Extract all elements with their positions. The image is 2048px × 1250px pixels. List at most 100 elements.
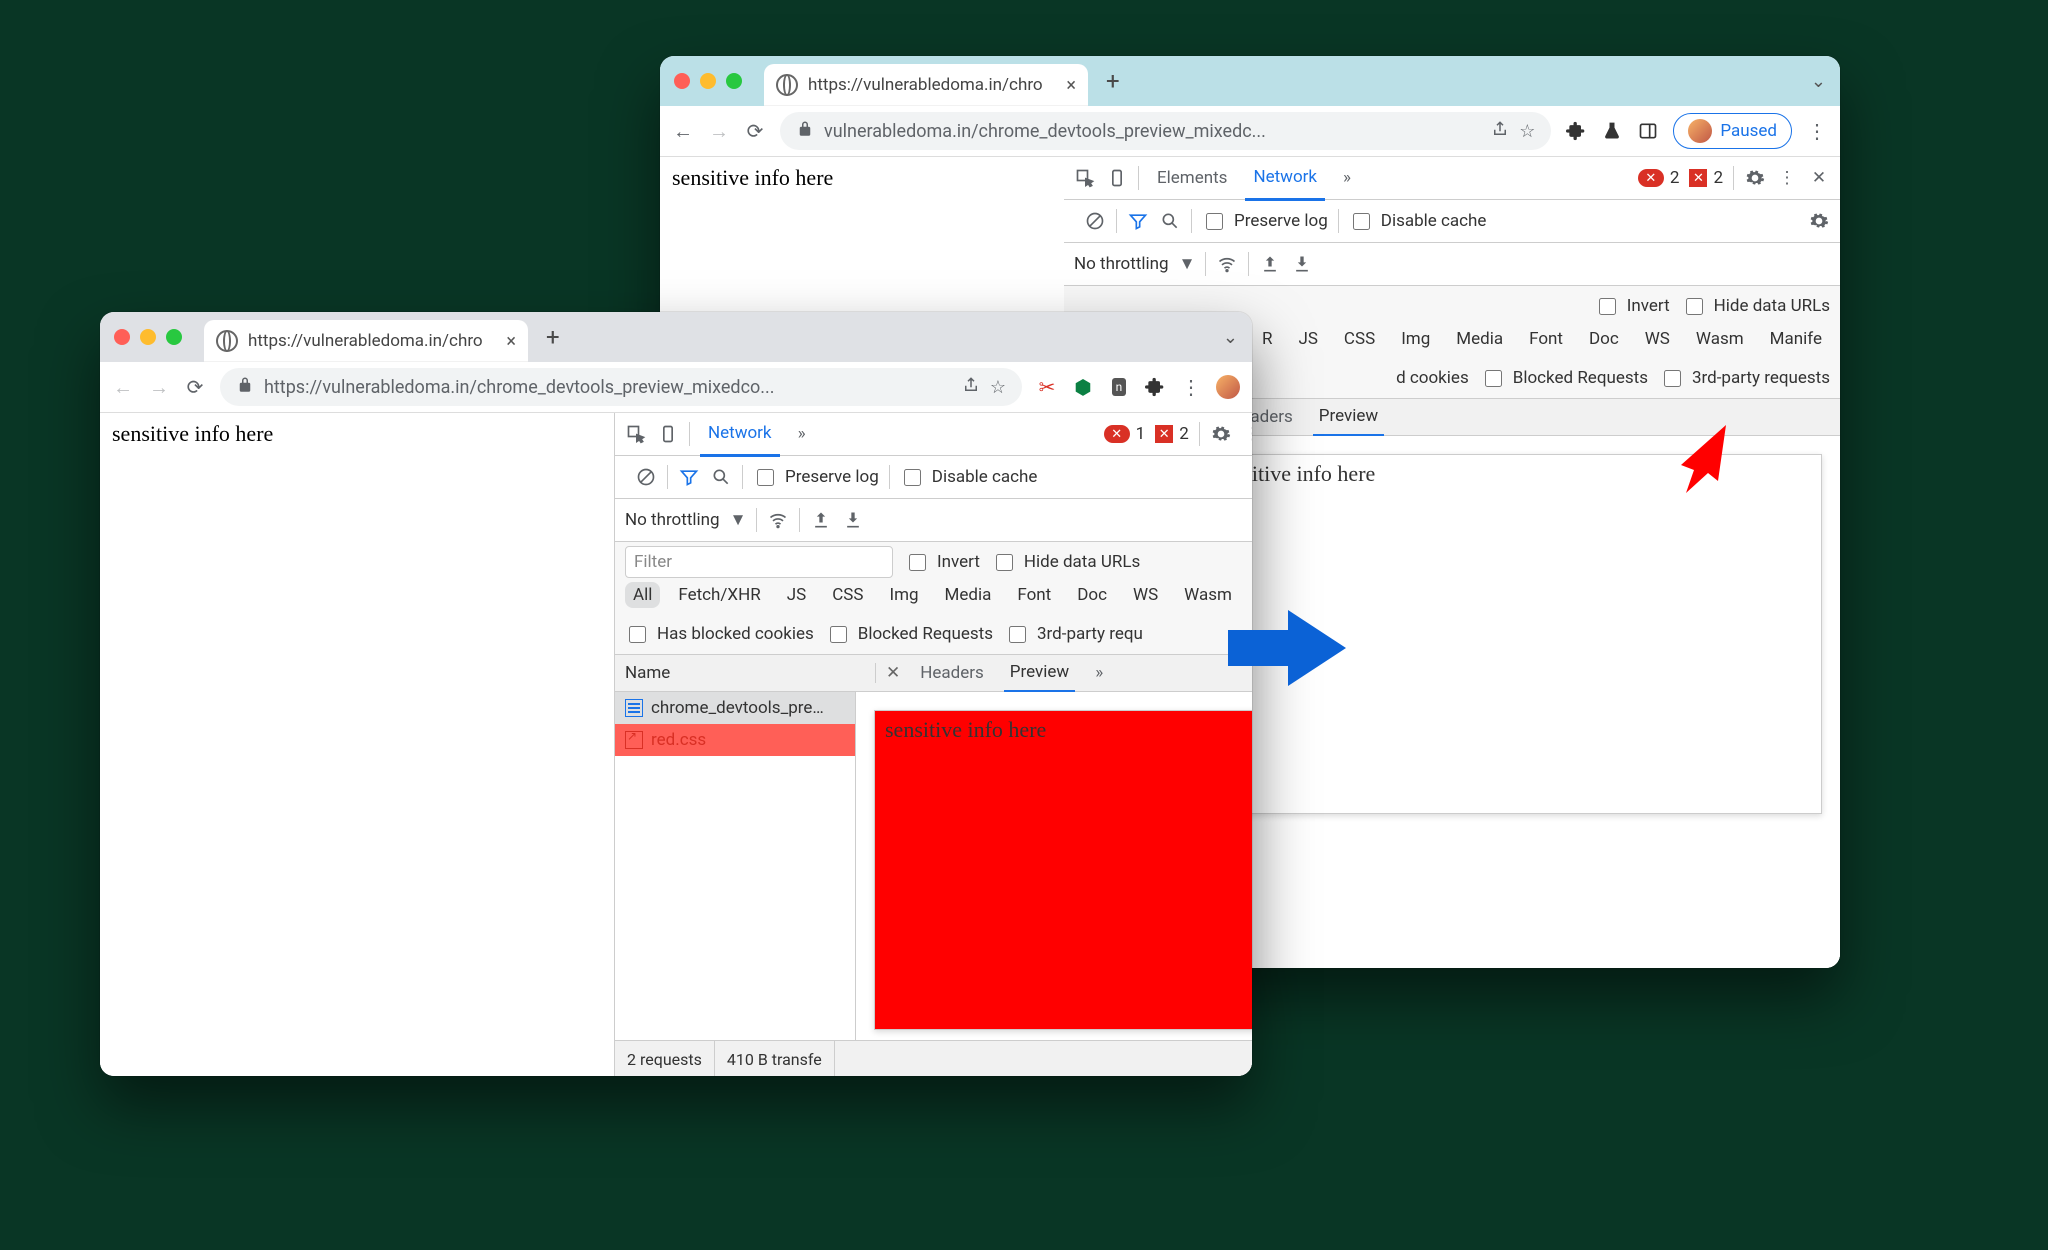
column-name[interactable]: Name (615, 663, 876, 683)
resource-type-chips[interactable]: All Fetch/XHR JS CSS Img Media Font Doc … (615, 582, 1252, 614)
share-icon[interactable] (962, 376, 980, 399)
preserve-log-checkbox[interactable]: Preserve log (753, 466, 879, 489)
error-count-2[interactable]: ✕2 (1155, 424, 1189, 444)
window-controls[interactable] (114, 329, 182, 345)
device-icon[interactable] (1106, 167, 1128, 189)
gear-icon[interactable] (1808, 210, 1830, 232)
maximize-window-icon[interactable] (166, 329, 182, 345)
error-count-2[interactable]: ✕2 (1689, 168, 1723, 188)
devtools-tab-network[interactable]: Network (700, 412, 780, 457)
more-tabs-icon[interactable]: » (1335, 168, 1359, 188)
window-controls[interactable] (674, 73, 742, 89)
gear-icon[interactable] (1210, 423, 1232, 445)
filter-icon[interactable] (678, 466, 700, 488)
error-file-icon (625, 731, 643, 749)
clear-icon[interactable] (1084, 210, 1106, 232)
preserve-log-checkbox[interactable]: Preserve log (1202, 210, 1328, 233)
extension-icon-2[interactable]: n (1108, 376, 1130, 398)
disable-cache-checkbox[interactable]: Disable cache (1349, 210, 1487, 233)
reload-button[interactable]: ⟳ (184, 376, 206, 398)
preview-tab[interactable]: Preview (1313, 398, 1384, 437)
kebab-icon[interactable]: ⋮ (1776, 167, 1798, 189)
address-bar[interactable]: https://vulnerabledoma.in/chrome_devtool… (220, 368, 1022, 406)
reload-button[interactable]: ⟳ (744, 120, 766, 142)
error-count-1[interactable]: ✕2 (1638, 168, 1680, 188)
minimize-window-icon[interactable] (700, 73, 716, 89)
preview-tab[interactable]: Preview (1004, 654, 1075, 693)
devtools-tab-elements[interactable]: Elements (1149, 168, 1235, 188)
search-icon[interactable] (1159, 210, 1181, 232)
profile-paused-chip[interactable]: Paused (1673, 113, 1792, 149)
invert-checkbox[interactable]: Invert (1595, 295, 1670, 318)
search-icon[interactable] (710, 466, 732, 488)
blocked-requests-checkbox[interactable]: Blocked Requests (826, 623, 993, 646)
devtools-tab-network[interactable]: Network (1245, 156, 1325, 201)
kebab-menu-icon[interactable]: ⋮ (1806, 120, 1828, 142)
minimize-window-icon[interactable] (140, 329, 156, 345)
close-devtools-icon[interactable]: ✕ (1808, 167, 1830, 189)
star-icon[interactable]: ☆ (990, 377, 1006, 398)
new-tab-button[interactable]: + (1106, 67, 1120, 95)
extensions-icon[interactable] (1144, 376, 1166, 398)
browser-tab[interactable]: https://vulnerabledoma.in/chro × (204, 320, 528, 362)
browser-tab[interactable]: https://vulnerabledoma.in/chro × (764, 64, 1088, 106)
headers-tab[interactable]: Headers (914, 663, 990, 683)
download-icon[interactable] (842, 509, 864, 531)
download-icon[interactable] (1291, 253, 1313, 275)
back-button[interactable]: ← (112, 376, 134, 398)
back-button[interactable]: ← (672, 120, 694, 142)
blocked-requests-checkbox[interactable]: Blocked Requests (1481, 367, 1648, 390)
star-icon[interactable]: ☆ (1519, 121, 1535, 142)
hide-data-urls-checkbox[interactable]: Hide data URLs (1682, 295, 1830, 318)
kebab-icon[interactable]: ⋮ (1242, 423, 1252, 445)
close-window-icon[interactable] (674, 73, 690, 89)
close-window-icon[interactable] (114, 329, 130, 345)
new-tab-button[interactable]: + (546, 323, 560, 351)
filter-icon[interactable] (1127, 210, 1149, 232)
wifi-icon[interactable] (1216, 253, 1238, 275)
has-blocked-cookies-checkbox[interactable]: Has blocked cookies (625, 623, 814, 646)
hide-data-urls-checkbox[interactable]: Hide data URLs (992, 551, 1140, 574)
invert-checkbox[interactable]: Invert (905, 551, 980, 574)
share-icon[interactable] (1491, 120, 1509, 143)
device-icon[interactable] (657, 423, 679, 445)
more-detail-tabs-icon[interactable]: » (1089, 663, 1109, 683)
third-party-checkbox[interactable]: 3rd-party requ (1005, 623, 1143, 646)
blocked-cookies-checkbox[interactable]: d cookies (1396, 368, 1469, 388)
dropdown-icon[interactable]: ▼ (1179, 254, 1196, 274)
throttling-select[interactable]: No throttling (625, 510, 720, 530)
wifi-icon[interactable] (767, 509, 789, 531)
close-tab-icon[interactable]: × (1066, 75, 1076, 96)
inspect-icon[interactable] (625, 423, 647, 445)
upload-icon[interactable] (1259, 253, 1281, 275)
url-text: vulnerabledoma.in/chrome_devtools_previe… (824, 121, 1266, 142)
kebab-menu-icon[interactable]: ⋮ (1180, 376, 1202, 398)
address-bar[interactable]: vulnerabledoma.in/chrome_devtools_previe… (780, 112, 1551, 150)
flask-icon[interactable] (1601, 120, 1623, 142)
dropdown-icon[interactable]: ▼ (730, 510, 747, 530)
avatar-icon[interactable] (1216, 375, 1240, 399)
disable-cache-checkbox[interactable]: Disable cache (900, 466, 1038, 489)
third-party-checkbox[interactable]: 3rd-party requests (1660, 367, 1830, 390)
forward-button[interactable]: → (708, 120, 730, 142)
request-row[interactable]: red.css (615, 724, 855, 756)
throttling-select[interactable]: No throttling (1074, 254, 1169, 274)
extension-icon-1[interactable]: ⬢ (1072, 376, 1094, 398)
chevron-down-icon[interactable]: ⌄ (1811, 71, 1826, 92)
filter-input[interactable]: Filter (625, 546, 893, 578)
maximize-window-icon[interactable] (726, 73, 742, 89)
panel-icon[interactable] (1637, 120, 1659, 142)
extensions-icon[interactable] (1565, 120, 1587, 142)
inspect-icon[interactable] (1074, 167, 1096, 189)
chevron-down-icon[interactable]: ⌄ (1223, 327, 1238, 348)
close-tab-icon[interactable]: × (506, 331, 516, 352)
error-count-1[interactable]: ✕1 (1104, 424, 1146, 444)
forward-button[interactable]: → (148, 376, 170, 398)
gear-icon[interactable] (1744, 167, 1766, 189)
close-panel-icon[interactable]: ✕ (886, 663, 900, 683)
more-tabs-icon[interactable]: » (790, 424, 814, 444)
request-row[interactable]: chrome_devtools_pre… (615, 692, 855, 724)
scissors-icon[interactable]: ✂ (1036, 376, 1058, 398)
clear-icon[interactable] (635, 466, 657, 488)
upload-icon[interactable] (810, 509, 832, 531)
